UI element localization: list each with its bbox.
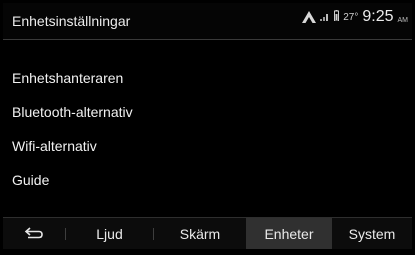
tab-devices[interactable]: Enheter — [246, 218, 332, 249]
back-button[interactable] — [3, 218, 65, 249]
signal-icon — [320, 8, 330, 26]
menu-item-wifi-options[interactable]: Wifi-alternativ — [3, 129, 412, 163]
menu-item-bluetooth-options[interactable]: Bluetooth-alternativ — [3, 95, 412, 129]
back-arrow-icon — [24, 226, 44, 242]
navigation-icon — [302, 11, 317, 23]
header-bar: Enhetsinställningar 27° 9:25 AM — [3, 3, 412, 40]
clock-time: 9:25 — [362, 8, 394, 25]
menu-item-guide[interactable]: Guide — [3, 163, 412, 197]
tab-system[interactable]: System — [332, 218, 412, 249]
battery-icon — [334, 8, 340, 26]
settings-menu: Enhetshanteraren Bluetooth-alternativ Wi… — [3, 61, 412, 197]
device-settings-screen: Enhetsinställningar 27° 9:25 AM Enhetsha… — [3, 3, 412, 249]
clock-ampm: AM — [397, 16, 409, 24]
temperature-readout: 27° — [343, 11, 359, 23]
bottom-tab-bar: Ljud Skärm Enheter System — [3, 217, 412, 249]
tab-sound[interactable]: Ljud — [66, 218, 153, 249]
status-bar: 27° 9:25 AM — [302, 7, 408, 27]
menu-item-device-manager[interactable]: Enhetshanteraren — [3, 61, 412, 95]
tab-display[interactable]: Skärm — [154, 218, 246, 249]
page-title: Enhetsinställningar — [12, 13, 131, 29]
